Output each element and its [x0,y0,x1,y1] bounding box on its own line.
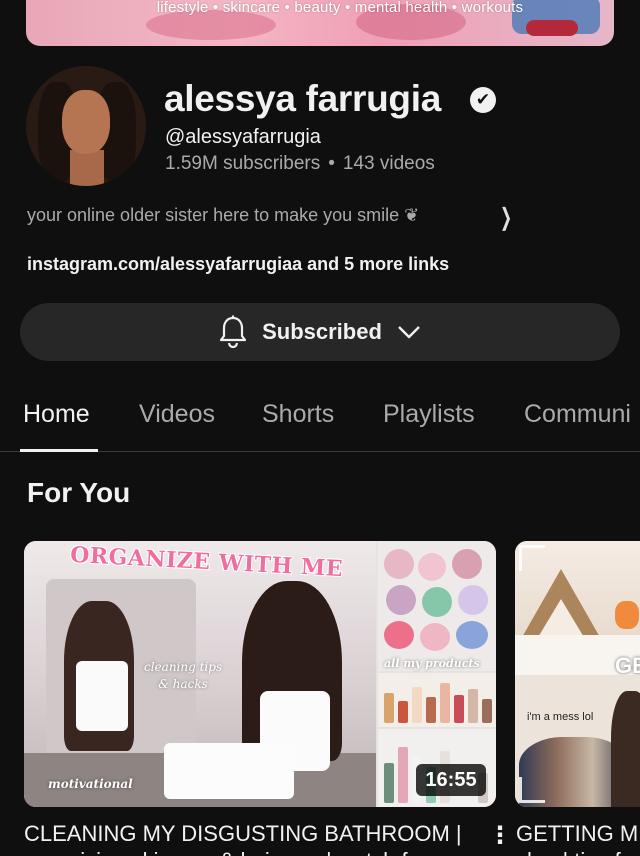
stats-separator: • [328,153,335,174]
tab-home[interactable]: Home [23,400,90,429]
subscribed-button[interactable]: Subscribed [20,303,620,361]
thumbnail-caption: i'm a mess lol [527,711,594,723]
tab-shorts[interactable]: Shorts [262,400,334,429]
channel-description[interactable]: your online older sister here to make yo… [27,205,419,226]
tab-playlists[interactable]: Playlists [383,400,475,429]
bell-icon [218,315,248,349]
channel-tabs: Home Videos Shorts Playlists Communi [0,394,640,452]
chevron-down-icon [396,323,422,341]
thumbnail-caption-motivational: motivational [48,777,133,791]
channel-links[interactable]: instagram.com/alessyafarrugiaa and 5 mor… [27,254,449,275]
channel-banner: lifestyle • skincare • beauty • mental h… [26,0,614,46]
channel-name: alessya farrugia [164,78,441,119]
video-thumbnail[interactable]: GE i'm a mess lol [515,541,640,807]
more-options-icon[interactable]: ⋮ [488,821,512,850]
tab-community[interactable]: Communi [524,400,631,429]
video-count: 143 videos [342,153,435,174]
thumbnail-caption-line: & hacks [158,677,208,691]
video-title-line2[interactable]: organizing skincare & haircare | watch f… [24,848,420,856]
thumbnail-caption-line: cleaning tips [144,660,223,674]
channel-stats: 1.59M subscribers • 143 videos [165,153,435,175]
video-title-line2[interactable]: vlog | tips f [516,848,621,856]
video-title[interactable]: GETTING M [516,821,638,847]
tab-videos[interactable]: Videos [139,400,215,429]
verified-badge-icon: ✔ [470,87,496,113]
channel-handle: @alessyafarrugia [165,126,321,148]
thumbnail-caption: cleaning tips & hacks [144,659,222,693]
channel-avatar[interactable] [26,66,146,186]
section-title: For You [27,477,131,508]
subscriber-count: 1.59M subscribers [165,153,321,174]
chevron-right-icon[interactable]: ❯ [500,203,512,232]
video-title[interactable]: CLEANING MY DISGUSTING BATHROOM | [24,821,462,847]
subscribed-label: Subscribed [262,319,382,344]
video-duration-badge: 16:55 [416,764,486,796]
banner-text: lifestyle • skincare • beauty • mental h… [156,0,524,16]
active-tab-indicator [20,449,98,452]
thumbnail-caption-products: all my products [384,657,480,670]
